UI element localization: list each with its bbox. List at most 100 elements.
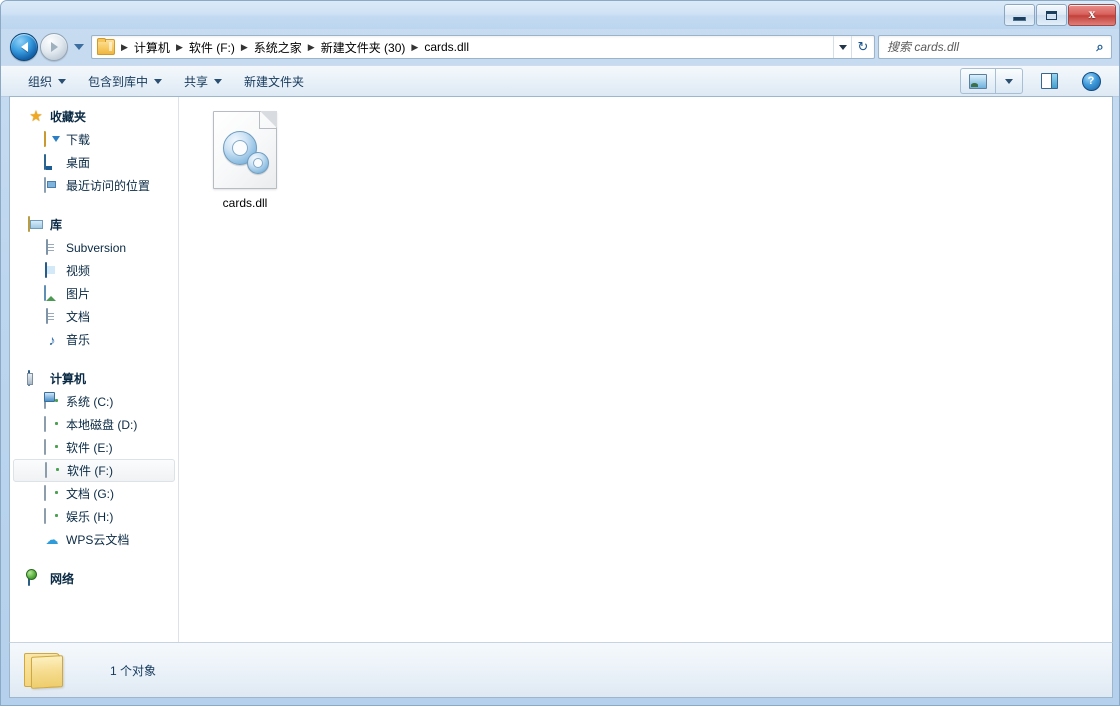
sidebar-item-drive-f[interactable]: 软件 (F:) [13,459,175,482]
nav-header-label: 收藏夹 [50,110,87,124]
breadcrumb-item-4[interactable]: cards.dll [421,39,472,55]
desktop-icon [44,153,46,170]
organize-label: 组织 [28,74,53,89]
organize-button[interactable]: 组织 [19,69,75,93]
nav-header-libraries[interactable]: 库 [10,213,178,236]
preview-pane-button[interactable] [1031,68,1067,94]
breadcrumb-separator: ▶ [411,42,419,52]
sidebar-item-pictures[interactable]: 图片 [10,282,178,305]
help-button[interactable]: ? [1073,68,1109,94]
sidebar-item-wps-cloud[interactable]: ☁ WPS云文档 [10,528,178,551]
chevron-down-icon [58,78,67,84]
sidebar-item-videos[interactable]: 视频 [10,259,178,282]
maximize-button[interactable] [1036,4,1067,26]
picture-library-icon [44,284,46,301]
nav-header-network[interactable]: 网络 [10,567,178,590]
breadcrumb-separator: ▶ [307,42,315,52]
refresh-button[interactable]: ↻ [851,36,874,58]
file-list-pane[interactable]: cards.dll [179,97,1112,642]
nav-group-spacer [10,199,178,213]
sidebar-item-drive-g[interactable]: 文档 (G:) [10,482,178,505]
breadcrumb-item-1[interactable]: 软件 (F:) [186,38,238,57]
file-name-label: cards.dll [222,196,268,210]
sidebar-item-label: 软件 (F:) [67,464,113,478]
star-icon: ★ [29,107,43,125]
sidebar-item-label: 最近访问的位置 [66,179,151,193]
close-icon: x [1088,7,1096,22]
cloud-icon: ☁ [45,531,59,547]
search-box[interactable]: ⌕ [878,35,1112,59]
nav-header-label: 网络 [50,572,75,586]
sidebar-item-recent-places[interactable]: 最近访问的位置 [10,174,178,197]
sidebar-item-label: 文档 [66,310,91,324]
chevron-down-icon [839,44,847,50]
command-toolbar: 组织 包含到库中 共享 新建文件夹 ? [1,65,1119,97]
preview-pane-icon [1040,73,1058,89]
search-icon: ⌕ [1096,39,1104,54]
address-history-dropdown[interactable] [833,36,852,58]
sidebar-item-label: 桌面 [66,156,91,170]
breadcrumb-item-3[interactable]: 新建文件夹 (30) [318,38,409,57]
sidebar-item-label: 图片 [66,287,91,301]
sidebar-item-desktop[interactable]: 桌面 [10,151,178,174]
nav-header-computer[interactable]: 计算机 [10,367,178,390]
nav-group-spacer [10,553,178,567]
share-with-label: 共享 [184,74,209,89]
sidebar-item-label: 下载 [66,133,91,147]
computer-icon [28,369,30,386]
system-drive-icon [44,392,46,409]
breadcrumb-separator: ▶ [175,42,183,52]
explorer-window: x ▶ 计算机 ▶ 软件 (F:) ▶ 系统之家 ▶ 新建文件夹 (30) ▶ … [0,0,1120,706]
change-view-button[interactable] [960,68,995,94]
new-folder-button[interactable]: 新建文件夹 [235,69,313,93]
sidebar-item-label: 视频 [66,264,91,278]
change-view-dropdown[interactable] [995,68,1023,94]
download-folder-icon [44,130,46,147]
drive-icon [44,507,46,524]
breadcrumb-separator: ▶ [121,42,128,52]
minimize-button[interactable] [1004,4,1035,26]
drive-icon [44,438,46,455]
breadcrumb-separator: ▶ [240,42,248,52]
details-pane: 1 个对象 [9,642,1113,698]
nav-group-computer: 计算机 系统 (C:) 本地磁盘 (D:) 软件 (E:) 软件 (F:) 文档… [10,367,178,551]
sidebar-item-label: 文档 (G:) [66,487,114,501]
address-bar[interactable]: ▶ 计算机 ▶ 软件 (F:) ▶ 系统之家 ▶ 新建文件夹 (30) ▶ ca… [91,35,875,59]
sidebar-item-label: WPS云文档 [66,533,130,547]
breadcrumb: ▶ 计算机 ▶ 软件 (F:) ▶ 系统之家 ▶ 新建文件夹 (30) ▶ ca… [118,38,472,57]
search-input[interactable] [879,40,1089,54]
sidebar-item-documents[interactable]: 文档 [10,305,178,328]
new-folder-label: 新建文件夹 [244,74,305,89]
sidebar-item-drive-h[interactable]: 娱乐 (H:) [10,505,178,528]
breadcrumb-item-2[interactable]: 系统之家 [251,38,305,57]
forward-button[interactable] [40,33,68,61]
nav-header-label: 库 [50,218,63,232]
recent-pages-dropdown-icon[interactable] [74,44,84,50]
address-bar-row: ▶ 计算机 ▶ 软件 (F:) ▶ 系统之家 ▶ 新建文件夹 (30) ▶ ca… [1,29,1119,65]
sidebar-item-label: 系统 (C:) [66,395,114,409]
sidebar-item-music[interactable]: ♪ 音乐 [10,328,178,351]
sidebar-item-label: 音乐 [66,333,91,347]
close-button[interactable]: x [1068,4,1116,26]
arrow-right-icon [50,42,58,52]
sidebar-item-drive-c[interactable]: 系统 (C:) [10,390,178,413]
explorer-body: ★ 收藏夹 下载 桌面 最近访问的位置 库 Subversion 视频 图片 文… [9,96,1113,642]
file-item-cards-dll[interactable]: cards.dll [197,107,293,210]
nav-header-favorites[interactable]: ★ 收藏夹 [10,105,178,128]
document-library-icon [46,238,48,255]
back-button[interactable] [10,33,38,61]
include-in-library-label: 包含到库中 [88,74,149,89]
dll-file-icon [213,111,277,189]
title-bar: x [1,1,1119,29]
breadcrumb-item-0[interactable]: 计算机 [131,38,173,57]
address-folder-icon [97,38,115,55]
sidebar-item-drive-d[interactable]: 本地磁盘 (D:) [10,413,178,436]
include-in-library-button[interactable]: 包含到库中 [79,69,171,93]
share-with-button[interactable]: 共享 [175,69,231,93]
nav-group-network: 网络 [10,567,178,590]
navigation-pane: ★ 收藏夹 下载 桌面 最近访问的位置 库 Subversion 视频 图片 文… [10,97,179,642]
drive-icon [44,415,46,432]
sidebar-item-drive-e[interactable]: 软件 (E:) [10,436,178,459]
sidebar-item-subversion[interactable]: Subversion [10,236,178,259]
sidebar-item-downloads[interactable]: 下载 [10,128,178,151]
